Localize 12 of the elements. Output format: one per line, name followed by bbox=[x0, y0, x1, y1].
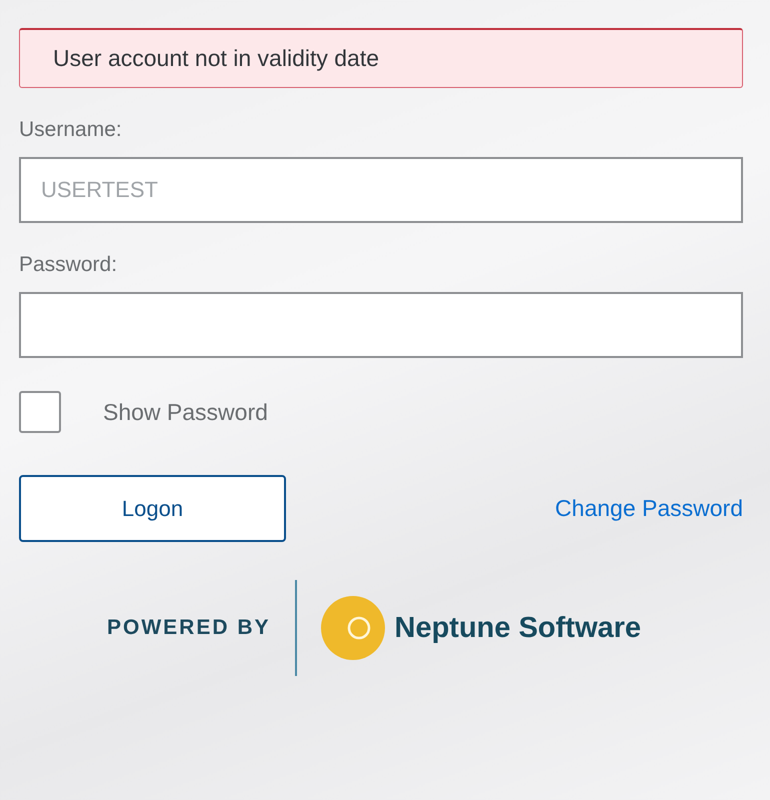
brand-name: Neptune Software bbox=[394, 612, 642, 644]
logon-button[interactable]: Logon bbox=[19, 475, 286, 542]
circle-logo-icon bbox=[320, 596, 385, 660]
checkbox[interactable] bbox=[19, 391, 61, 433]
error-message: User account not in validity date bbox=[19, 28, 743, 88]
field-label: Username: bbox=[19, 118, 123, 142]
field-label: Password: bbox=[19, 253, 118, 277]
powered-by-text: POWERED BY bbox=[107, 616, 271, 640]
checkbox-label: Show Password bbox=[103, 398, 268, 426]
username-field[interactable]: USERTEST bbox=[19, 157, 743, 223]
change-password-link[interactable]: Change Password bbox=[555, 495, 743, 522]
password-field[interactable] bbox=[19, 292, 743, 358]
